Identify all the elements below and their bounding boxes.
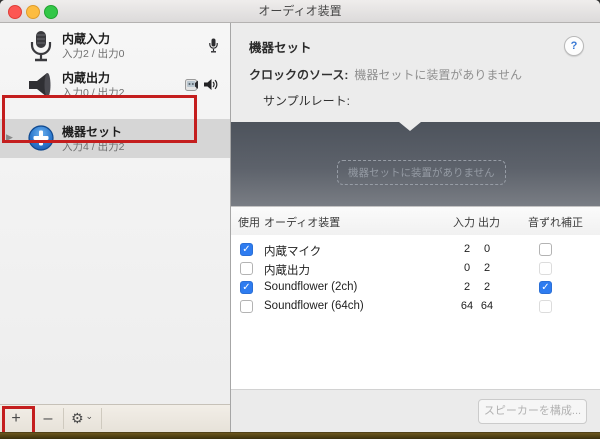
panel-title: 機器セット	[249, 41, 312, 55]
close-button[interactable]	[8, 5, 22, 19]
output-count: 2	[483, 262, 491, 274]
table-row[interactable]: 内蔵マイク 2 0	[231, 240, 600, 259]
question-icon: ?	[570, 40, 578, 52]
help-button[interactable]: ?	[564, 36, 584, 56]
device-name: 機器セット	[62, 125, 123, 139]
device-table-header: 使用 オーディオ装置 入力 出力 音ずれ補正	[231, 206, 600, 236]
toolbar-divider	[101, 408, 102, 429]
minus-icon: –	[43, 409, 53, 427]
plus-icon: +	[11, 409, 21, 427]
use-checkbox[interactable]	[240, 300, 253, 313]
sound-effects-icon	[185, 79, 198, 91]
device-cell: 内蔵出力	[264, 265, 310, 277]
drift-checkbox[interactable]	[539, 281, 552, 294]
device-name: 内蔵出力	[62, 71, 111, 85]
default-output-speaker-icon	[204, 79, 218, 90]
col-output: 出力	[478, 217, 500, 229]
device-table: 内蔵マイク 2 0 内蔵出力 0 2 Soundflower (2ch) 2 2	[231, 235, 600, 390]
use-checkbox[interactable]	[240, 281, 253, 294]
window-title: オーディオ装置	[258, 4, 342, 18]
device-cell: Soundflower (2ch)	[264, 281, 358, 293]
sample-rate-label: サンプルレート:	[263, 94, 350, 108]
drift-checkbox[interactable]	[539, 300, 552, 313]
clock-source-label: クロックのソース:	[249, 68, 349, 82]
output-count: 2	[483, 281, 491, 293]
gear-icon: ⚙	[70, 410, 84, 426]
use-checkbox[interactable]	[240, 262, 253, 275]
device-channels: 入力0 / 出力2	[62, 87, 125, 99]
col-device: オーディオ装置	[264, 217, 341, 229]
sidebar-item-builtin-output[interactable]: 内蔵出力 入力0 / 出力2	[0, 65, 230, 104]
subdevice-drop-zone: 機器セットに装置がありません	[231, 122, 600, 206]
action-menu-button[interactable]: ⚙ ⌄	[64, 405, 100, 432]
output-count: 0	[483, 243, 491, 255]
device-sidebar: 内蔵入力 入力2 / 出力0 内蔵出力 入力0 / 出力2 ▶ 機器セット 入力…	[0, 23, 230, 432]
aggregate-detail-panel: 機器セット ? クロックのソース: 機器セットに装置がありません サンプルレート:…	[231, 23, 600, 432]
disclosure-triangle-icon[interactable]: ▶	[6, 132, 13, 143]
audio-devices-window: オーディオ装置 内蔵入力 入力2 / 出力0 内蔵出力 入力0 / 出力2 ▶ …	[0, 0, 600, 432]
col-drift: 音ずれ補正	[528, 217, 583, 229]
zoom-button[interactable]	[44, 5, 58, 19]
aggregate-plus-icon	[28, 125, 54, 151]
speaker-icon	[29, 73, 51, 97]
device-channels: 入力2 / 出力0	[62, 48, 125, 60]
col-use: 使用	[238, 217, 260, 229]
drift-checkbox[interactable]	[539, 262, 552, 275]
panel-footer: スピーカーを構成...	[231, 389, 600, 432]
microphone-icon	[30, 31, 52, 62]
device-name: 内蔵入力	[62, 32, 111, 46]
clock-source-row: クロックのソース: 機器セットに装置がありません	[249, 66, 522, 83]
title-bar: オーディオ装置	[0, 0, 600, 23]
desktop-wallpaper-strip	[0, 431, 600, 439]
remove-device-button[interactable]: –	[34, 405, 62, 432]
empty-aggregate-message: 機器セットに装置がありません	[337, 160, 506, 185]
chevron-down-icon: ⌄	[85, 411, 94, 421]
table-row[interactable]: Soundflower (64ch) 64 64	[231, 297, 600, 316]
device-cell: Soundflower (64ch)	[264, 300, 364, 312]
configure-speakers-button[interactable]: スピーカーを構成...	[478, 399, 587, 424]
sidebar-item-aggregate-device[interactable]: ▶ 機器セット 入力4 / 出力2	[0, 119, 230, 158]
table-row[interactable]: Soundflower (2ch) 2 2	[231, 278, 600, 297]
minimize-button[interactable]	[26, 5, 40, 19]
add-device-button[interactable]: +	[2, 405, 30, 432]
device-cell: 内蔵マイク	[264, 246, 322, 258]
use-checkbox[interactable]	[240, 243, 253, 256]
output-count: 64	[480, 300, 494, 312]
table-row[interactable]: 内蔵出力 0 2	[231, 259, 600, 278]
device-channels: 入力4 / 出力2	[62, 141, 125, 153]
sidebar-item-builtin-input[interactable]: 内蔵入力 入力2 / 出力0	[0, 26, 230, 65]
drift-checkbox[interactable]	[539, 243, 552, 256]
default-input-mic-icon	[209, 38, 218, 53]
sidebar-toolbar: + – ⚙ ⌄	[0, 404, 230, 432]
popover-notch	[399, 122, 421, 131]
col-input: 入力	[453, 217, 475, 229]
clock-source-value: 機器セットに装置がありません	[354, 68, 523, 82]
